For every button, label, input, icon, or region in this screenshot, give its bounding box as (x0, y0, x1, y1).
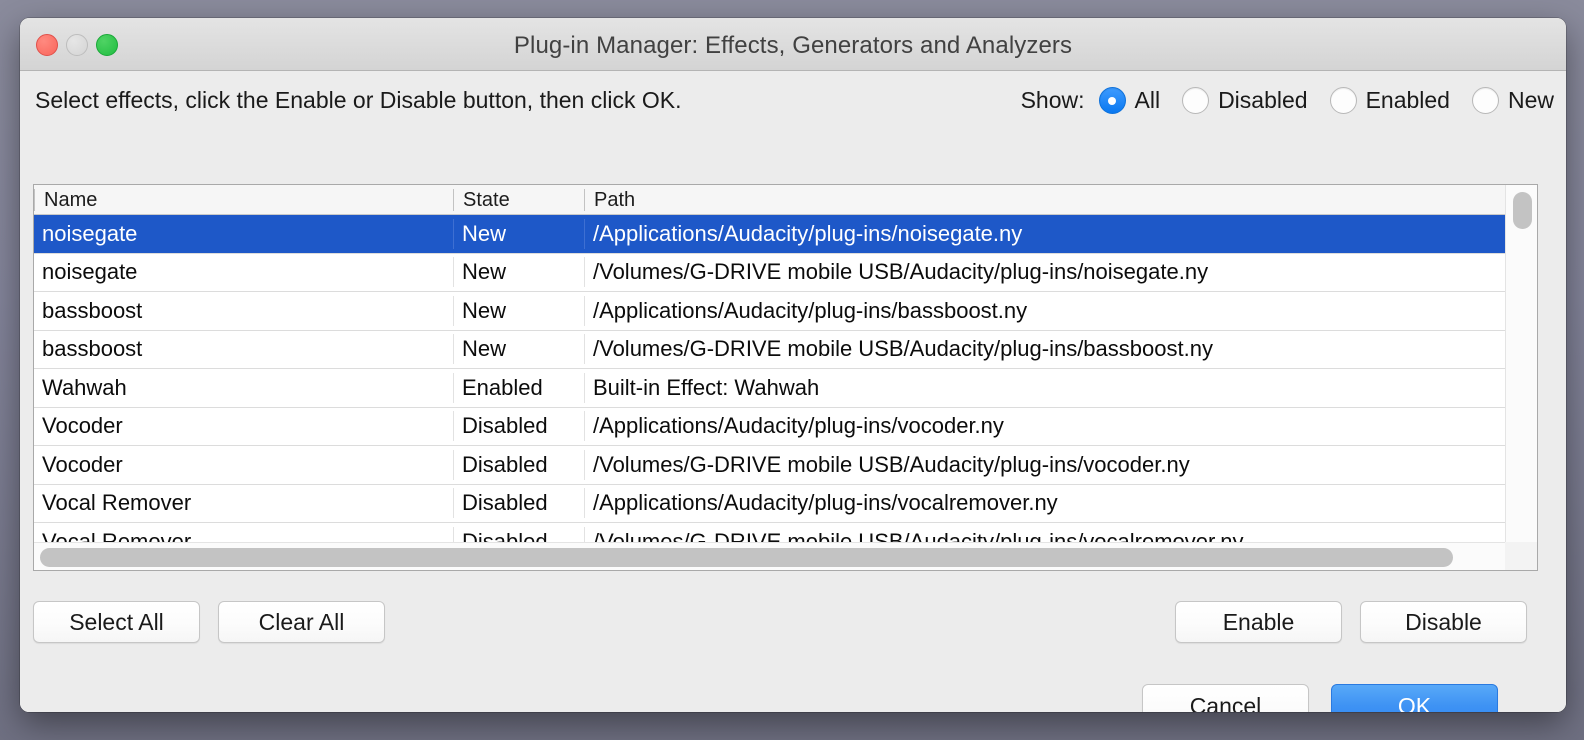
horizontal-scrollbar-thumb[interactable] (40, 548, 1453, 567)
cell-path: Built-in Effect: Wahwah (584, 372, 1505, 403)
cell-path: /Volumes/G-DRIVE mobile USB/Audacity/plu… (584, 526, 1505, 542)
table-row[interactable]: noisegate New/Applications/Audacity/plug-… (34, 215, 1505, 254)
plugin-table: Name State Path noisegate New/Application… (34, 185, 1505, 542)
radio-label-all: All (1134, 87, 1161, 113)
disable-button[interactable]: Disable (1360, 601, 1527, 643)
cell-path: /Applications/Audacity/plug-ins/vocalrem… (584, 488, 1505, 519)
cell-path: /Applications/Audacity/plug-ins/vocoder.… (584, 411, 1505, 442)
radio-label-disabled: Disabled (1218, 87, 1308, 113)
cell-state: Disabled (453, 411, 584, 442)
column-header-name[interactable]: Name (34, 188, 453, 211)
show-label: Show: (1020, 87, 1085, 113)
radio-button-icon-all[interactable] (1098, 87, 1126, 114)
cell-path: /Volumes/G-DRIVE mobile USB/Audacity/plu… (584, 257, 1505, 288)
table-row[interactable]: Vocal Remover Disabled/Applications/Audac… (34, 484, 1505, 523)
cell-path: /Volumes/G-DRIVE mobile USB/Audacity/plu… (584, 334, 1505, 365)
table-row[interactable]: bassboost New/Volumes/G-DRIVE mobile USB/… (34, 330, 1505, 369)
cancel-button[interactable]: Cancel (1142, 684, 1309, 712)
radio-option-new[interactable]: New (1471, 87, 1554, 114)
scrollbar-corner (1505, 542, 1537, 570)
radio-button-icon-enabled[interactable] (1329, 87, 1357, 114)
cell-state: Disabled (453, 526, 584, 542)
table-header-row: Name State Path (34, 185, 1505, 215)
cell-name: Vocal Remover (42, 490, 192, 516)
cell-name: noisegate (42, 220, 138, 246)
cell-state: Disabled (453, 488, 584, 519)
table-body: noisegate New/Applications/Audacity/plug-… (34, 215, 1505, 542)
instruction-text: Select effects, click the Enable or Disa… (35, 87, 682, 113)
table-row[interactable]: bassboost New/Applications/Audacity/plug-… (34, 292, 1505, 331)
radio-label-new: New (1507, 87, 1554, 113)
cell-name: noisegate (42, 259, 138, 285)
cell-name: Wahwah (42, 374, 127, 400)
radio-option-all[interactable]: All (1098, 87, 1161, 114)
radio-button-icon-disabled[interactable] (1182, 87, 1210, 114)
column-header-state[interactable]: State (453, 188, 584, 211)
radio-option-enabled[interactable]: Enabled (1329, 87, 1450, 114)
cell-path: /Applications/Audacity/plug-ins/noisegat… (584, 218, 1505, 249)
cell-name: Vocoder (42, 413, 123, 439)
cell-state: New (453, 334, 584, 365)
cell-name: bassboost (42, 336, 143, 362)
dialog-content: Select effects, click the Enable or Disa… (20, 71, 1566, 712)
table-row[interactable]: Vocoder Disabled/Volumes/G-DRIVE mobile U… (34, 446, 1505, 485)
radio-label-enabled: Enabled (1365, 87, 1450, 113)
plugin-table-panel: Name State Path noisegate New/Application… (33, 184, 1538, 571)
cell-state: New (453, 295, 584, 326)
clear-all-button[interactable]: Clear All (218, 601, 385, 643)
cell-name: Vocal Remover (42, 528, 192, 542)
cell-path: /Volumes/G-DRIVE mobile USB/Audacity/plu… (584, 449, 1505, 480)
ok-button[interactable]: OK (1331, 684, 1498, 712)
table-row[interactable]: Vocal Remover Disabled/Volumes/G-DRIVE mo… (34, 523, 1505, 542)
vertical-scrollbar-thumb[interactable] (1513, 192, 1532, 229)
window-title: Plug-in Manager: Effects, Generators and… (513, 32, 1073, 59)
radio-button-icon-new[interactable] (1471, 87, 1499, 114)
vertical-scrollbar[interactable] (1505, 185, 1537, 542)
enable-button[interactable]: Enable (1175, 601, 1342, 643)
cell-state: New (453, 257, 584, 288)
plugin-manager-window: Plug-in Manager: Effects, Generators and… (20, 18, 1566, 712)
cell-name: Vocoder (42, 451, 123, 477)
select-all-button[interactable]: Select All (33, 601, 200, 643)
cell-name: bassboost (42, 297, 143, 323)
window-titlebar: Plug-in Manager: Effects, Generators and… (20, 18, 1566, 71)
cell-state: New (453, 218, 584, 249)
cell-state: Enabled (453, 372, 584, 403)
table-row[interactable]: noisegate New/Volumes/G-DRIVE mobile USB/… (34, 253, 1505, 292)
horizontal-scrollbar[interactable] (34, 542, 1537, 570)
cell-state: Disabled (453, 449, 584, 480)
cell-path: /Applications/Audacity/plug-ins/bassboos… (584, 295, 1505, 326)
show-filter-group: Show: All Disabled Enabled New (1021, 87, 1554, 114)
table-row[interactable]: Wahwah Enabled Built-in Effect: Wahwah (34, 369, 1505, 408)
table-row[interactable]: Vocoder Disabled/Applications/Audacity/pl… (34, 407, 1505, 446)
radio-option-disabled[interactable]: Disabled (1182, 87, 1308, 114)
column-header-path[interactable]: Path (584, 188, 1505, 211)
